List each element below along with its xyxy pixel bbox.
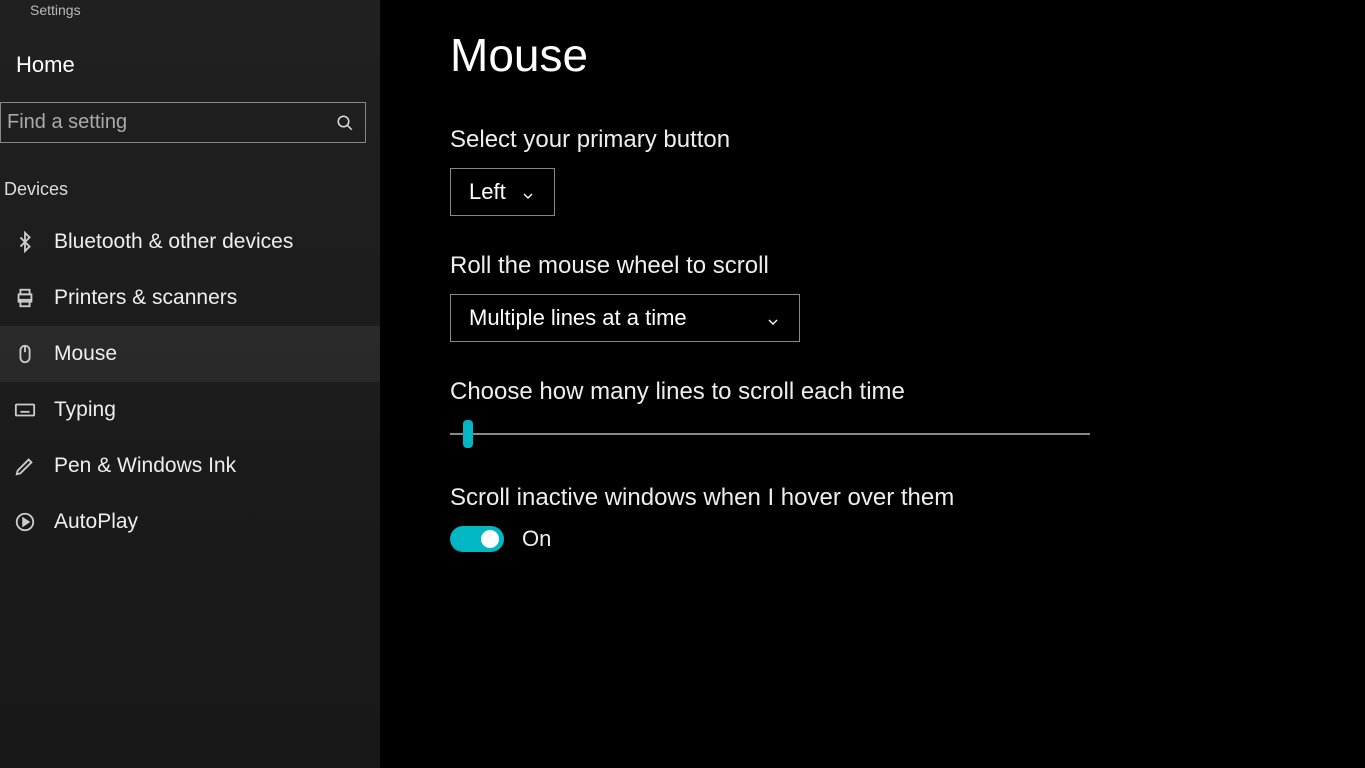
setting-primary-button: Select your primary button Left [450, 126, 1325, 216]
page-title: Mouse [450, 28, 1325, 82]
printer-icon [14, 287, 36, 309]
search-wrap [0, 102, 366, 143]
mouse-icon [14, 343, 36, 365]
dropdown-value: Multiple lines at a time [469, 305, 687, 331]
setting-label: Roll the mouse wheel to scroll [450, 252, 1325, 280]
sidebar-item-label: AutoPlay [54, 510, 138, 534]
home-link[interactable]: Home [0, 18, 380, 102]
slider-track [450, 433, 1090, 435]
search-input[interactable] [0, 102, 366, 143]
sidebar-item-autoplay[interactable]: AutoPlay [0, 494, 380, 550]
search-icon [336, 114, 354, 132]
sidebar-item-pen[interactable]: Pen & Windows Ink [0, 438, 380, 494]
bluetooth-icon [14, 231, 36, 253]
toggle-row: On [450, 526, 1325, 552]
slider-thumb[interactable] [463, 420, 473, 448]
setting-label: Choose how many lines to scroll each tim… [450, 378, 1325, 406]
sidebar: Settings Home Devices Bluetooth & other … [0, 0, 380, 768]
primary-button-dropdown[interactable]: Left [450, 168, 555, 216]
autoplay-icon [14, 511, 36, 533]
sidebar-item-printers[interactable]: Printers & scanners [0, 270, 380, 326]
toggle-state-label: On [522, 526, 551, 552]
inactive-scroll-toggle[interactable] [450, 526, 504, 552]
main-pane: Mouse Select your primary button Left Ro… [380, 0, 1365, 768]
keyboard-icon [14, 399, 36, 421]
sidebar-item-label: Printers & scanners [54, 286, 237, 310]
toggle-knob [481, 530, 499, 548]
chevron-down-icon [520, 184, 536, 200]
setting-label: Select your primary button [450, 126, 1325, 154]
settings-app: Settings Home Devices Bluetooth & other … [0, 0, 1365, 768]
dropdown-value: Left [469, 179, 506, 205]
setting-wheel-scroll: Roll the mouse wheel to scroll Multiple … [450, 252, 1325, 342]
sidebar-item-bluetooth[interactable]: Bluetooth & other devices [0, 214, 380, 270]
sidebar-item-mouse[interactable]: Mouse [0, 326, 380, 382]
setting-label: Scroll inactive windows when I hover ove… [450, 484, 1325, 512]
setting-lines-slider: Choose how many lines to scroll each tim… [450, 378, 1325, 448]
app-title: Settings [0, 0, 380, 18]
wheel-scroll-dropdown[interactable]: Multiple lines at a time [450, 294, 800, 342]
chevron-down-icon [765, 310, 781, 326]
sidebar-item-label: Pen & Windows Ink [54, 454, 236, 478]
pen-icon [14, 455, 36, 477]
sidebar-item-label: Mouse [54, 342, 117, 366]
sidebar-nav: Bluetooth & other devices Printers & sca… [0, 214, 380, 550]
sidebar-item-typing[interactable]: Typing [0, 382, 380, 438]
lines-slider[interactable] [450, 420, 1090, 448]
sidebar-section-header: Devices [0, 173, 380, 214]
setting-inactive-scroll: Scroll inactive windows when I hover ove… [450, 484, 1325, 552]
sidebar-item-label: Bluetooth & other devices [54, 230, 293, 254]
sidebar-item-label: Typing [54, 398, 116, 422]
